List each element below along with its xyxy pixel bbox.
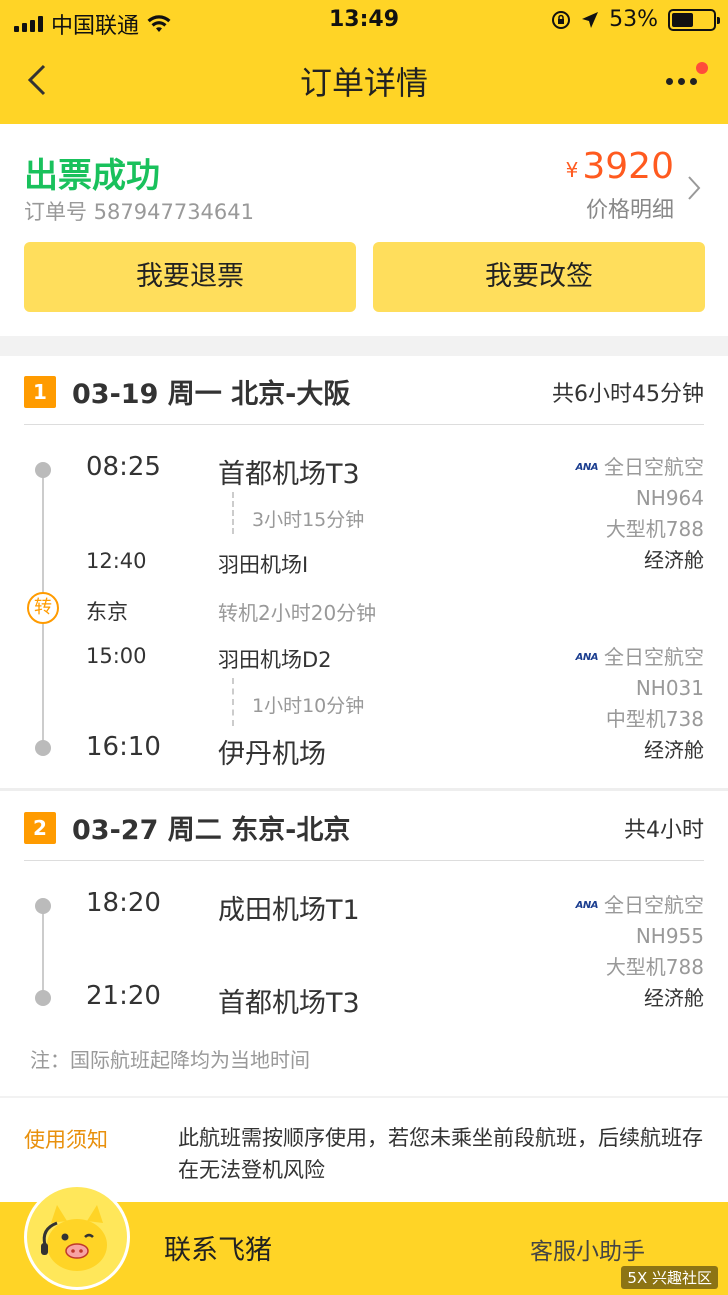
status-bar: 中国联通 13:49 53% xyxy=(0,0,728,40)
flight-number: NH955 xyxy=(635,924,704,948)
segment-title: 03-27 周二 东京-北京 xyxy=(72,815,351,846)
cabin-class: 经济舱 xyxy=(644,986,704,1010)
segment-header: 1 03-19 周一 北京-大阪 共6小时45分钟 xyxy=(0,356,728,424)
more-menu-button[interactable] xyxy=(666,62,708,92)
order-summary-card: 出票成功 订单号 587947734641 ¥3920 价格明细 我要退票 我要… xyxy=(0,124,728,336)
more-icon xyxy=(666,78,697,85)
itinerary-section: 1 03-19 周一 北京-大阪 共6小时45分钟 转 08:25 首都机场T3… xyxy=(0,356,728,1202)
segment-title: 03-19 周一 北京-大阪 xyxy=(72,379,351,410)
orientation-lock-icon xyxy=(552,10,571,29)
flight-number: NH964 xyxy=(635,486,704,510)
transfer-duration: 转机2小时20分钟 xyxy=(218,601,377,625)
ticket-status: 出票成功 xyxy=(24,156,160,196)
arrival-airport: 首都机场T3 xyxy=(218,988,360,1019)
departure-dot xyxy=(35,462,51,478)
arrival-dot xyxy=(35,990,51,1006)
departure-dot xyxy=(35,898,51,914)
aircraft-type: 大型机788 xyxy=(605,955,704,979)
price-amount: 3920 xyxy=(582,146,674,187)
contact-feizhu-button[interactable]: 联系飞猪 xyxy=(164,1228,272,1267)
arrival-time: 21:20 xyxy=(86,981,161,1011)
bottom-bar: 联系飞猪 客服小助手 5X 兴趣社区 xyxy=(0,1184,728,1295)
transfer-badge: 转 xyxy=(27,592,59,624)
customer-service-button[interactable]: 客服小助手 xyxy=(530,1232,645,1266)
arrival-airport: 羽田机场I xyxy=(218,553,309,577)
departure-airport: 首都机场T3 xyxy=(218,459,360,490)
segment-header: 2 03-27 周二 东京-北京 共4小时 xyxy=(0,792,728,860)
segment-total-duration: 共6小时45分钟 xyxy=(552,382,704,407)
duration-dash xyxy=(232,678,234,726)
arrival-time: 12:40 xyxy=(86,549,147,573)
arrival-time: 16:10 xyxy=(86,732,161,762)
divider xyxy=(0,1096,728,1098)
transfer-city: 东京 xyxy=(86,600,128,624)
airline-name: 全日空航空 xyxy=(604,455,704,479)
currency-symbol: ¥ xyxy=(565,158,579,182)
price-detail-link[interactable]: 价格明细 xyxy=(586,192,674,224)
battery-percent: 53% xyxy=(609,7,658,32)
location-icon xyxy=(582,11,599,28)
mascot-avatar[interactable] xyxy=(24,1184,130,1290)
departure-time: 15:00 xyxy=(86,644,147,668)
airline-name: 全日空航空 xyxy=(604,893,704,917)
order-number: 订单号 587947734641 xyxy=(24,200,255,224)
aircraft-type: 中型机738 xyxy=(605,707,704,731)
cabin-class: 经济舱 xyxy=(644,548,704,572)
airline-name: 全日空航空 xyxy=(604,645,704,669)
segment-separator xyxy=(0,788,728,791)
battery-icon xyxy=(668,8,720,31)
airline-logo-icon: ANA xyxy=(575,900,599,911)
arrival-dot xyxy=(35,740,51,756)
departure-time: 18:20 xyxy=(86,888,161,918)
watermark: 5X 兴趣社区 xyxy=(621,1266,718,1289)
segment-index-badge: 2 xyxy=(24,812,56,844)
refund-button[interactable]: 我要退票 xyxy=(24,242,356,312)
notification-dot xyxy=(696,62,708,74)
flight-info: ANA 全日空航空 NH955 大型机788 经济舱 xyxy=(576,890,704,1014)
pig-mascot-icon xyxy=(41,1205,107,1271)
notice-text: 此航班需按顺序使用，若您未乘坐前段航班，后续航班存在无法登机风险 xyxy=(178,1126,703,1182)
page-title: 订单详情 xyxy=(299,64,428,102)
segment-index-badge: 1 xyxy=(24,376,56,408)
divider xyxy=(24,424,704,425)
flight-duration: 1小时10分钟 xyxy=(252,695,365,717)
chevron-right-icon[interactable] xyxy=(686,174,702,202)
header: 中国联通 13:49 53% 订单详情 xyxy=(0,0,728,124)
airline-logo-icon: ANA xyxy=(575,462,599,473)
flight-info: ANA 全日空航空 NH964 大型机788 经济舱 xyxy=(576,452,704,576)
flight-number: NH031 xyxy=(635,676,704,700)
departure-airport: 成田机场T1 xyxy=(218,895,360,926)
divider xyxy=(24,860,704,861)
duration-dash xyxy=(232,492,234,534)
flight-info: ANA 全日空航空 NH031 中型机738 经济舱 xyxy=(576,642,704,766)
aircraft-type: 大型机788 xyxy=(605,517,704,541)
timeline-line xyxy=(42,906,44,998)
departure-airport: 羽田机场D2 xyxy=(218,648,332,672)
cabin-class: 经济舱 xyxy=(644,738,704,762)
change-ticket-button[interactable]: 我要改签 xyxy=(373,242,705,312)
departure-time: 08:25 xyxy=(86,452,161,482)
airline-logo-icon: ANA xyxy=(575,652,599,663)
flight-duration: 3小时15分钟 xyxy=(252,509,365,531)
local-time-note: 注：国际航班起降均为当地时间 xyxy=(30,1048,310,1072)
status-right: 53% xyxy=(551,7,720,32)
price[interactable]: ¥3920 xyxy=(566,146,674,187)
arrival-airport: 伊丹机场 xyxy=(218,739,326,770)
segment-total-duration: 共4小时 xyxy=(624,818,704,843)
notice-label: 使用须知 xyxy=(24,1128,108,1152)
